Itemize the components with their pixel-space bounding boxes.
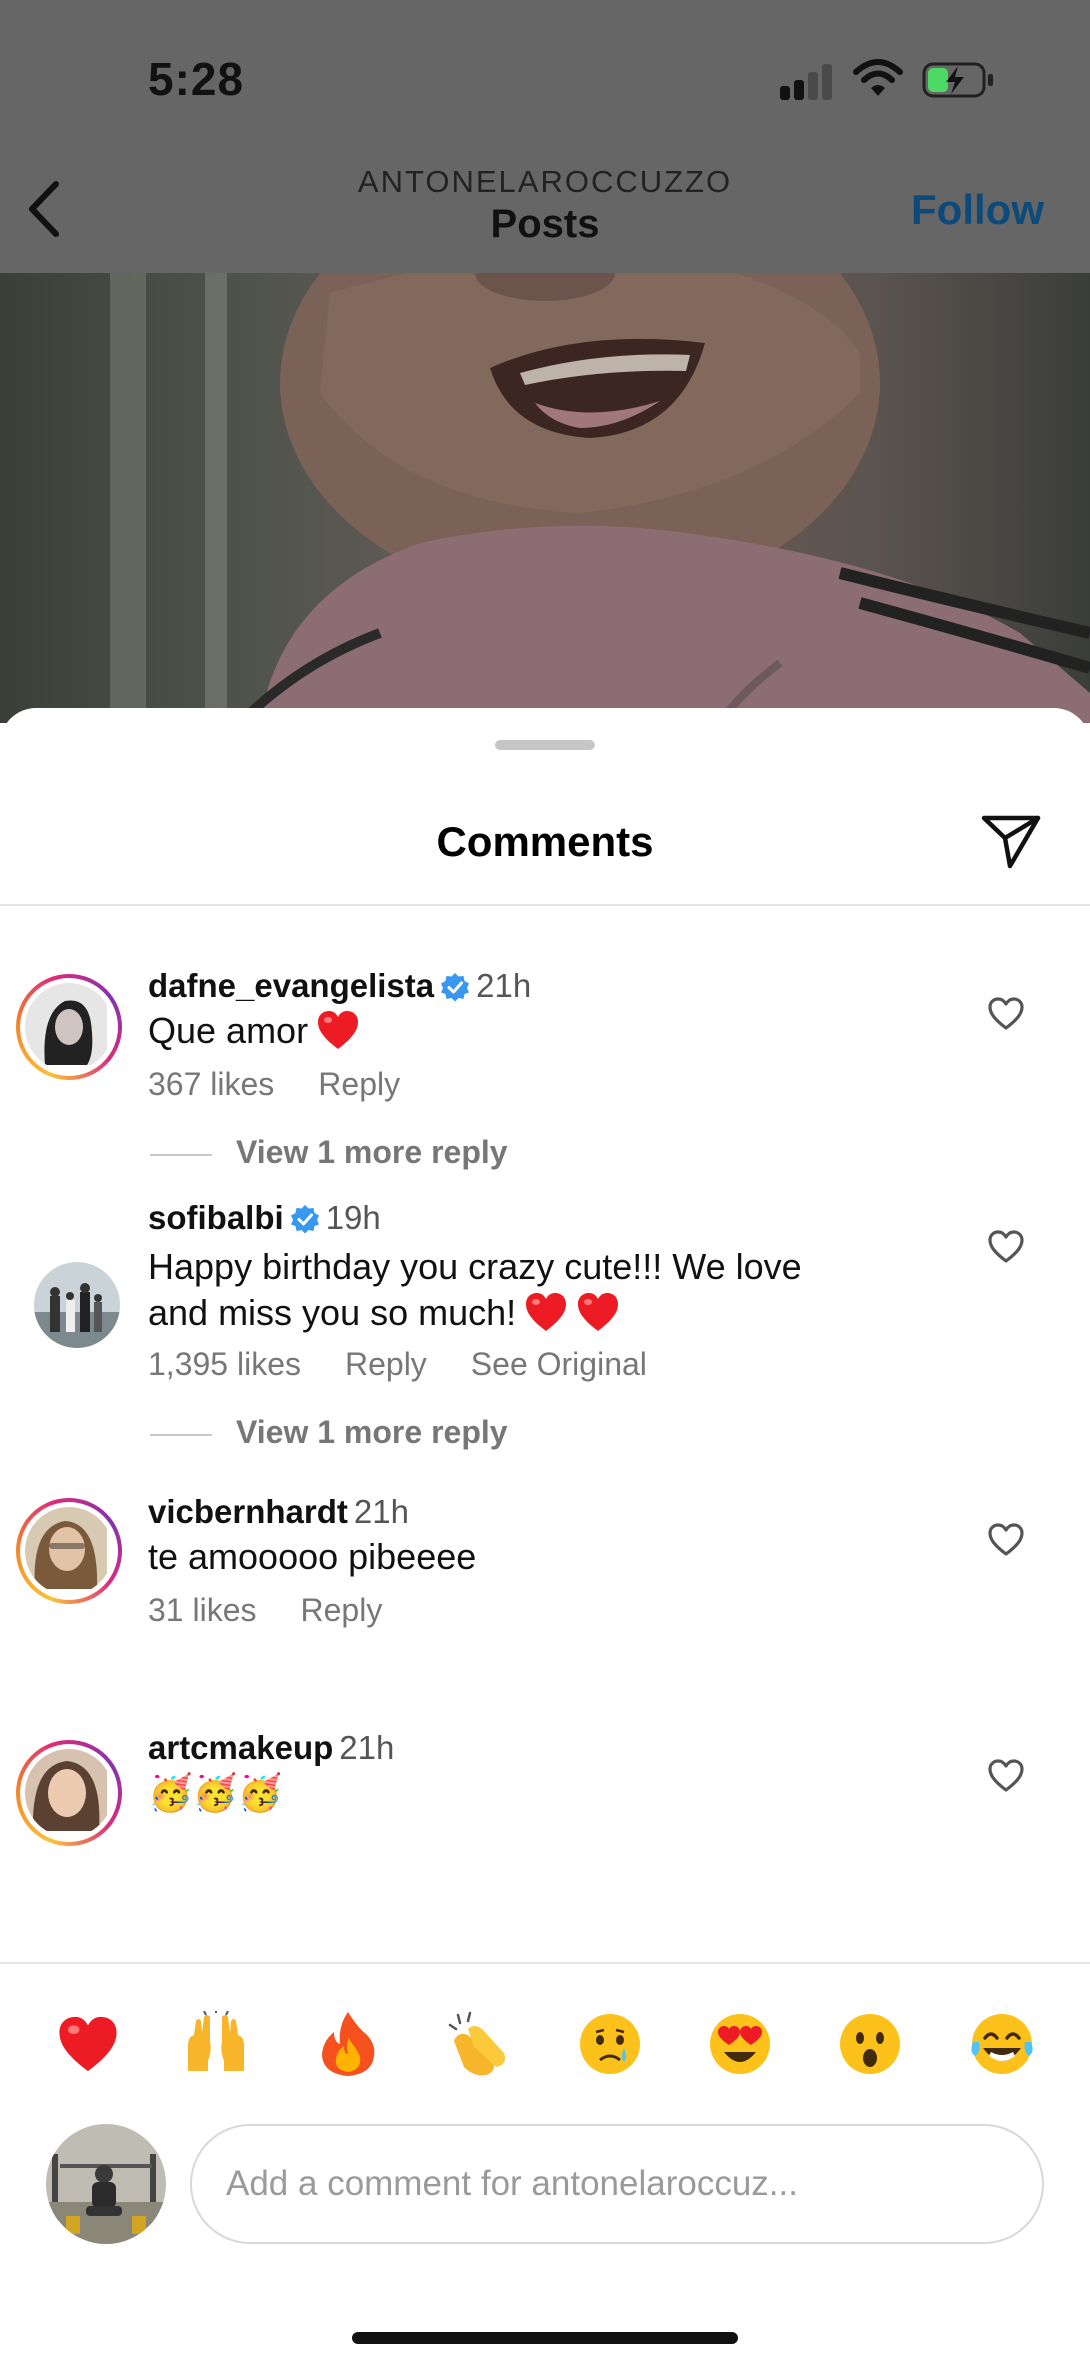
reply-thread-line [150, 1433, 212, 1436]
cellular-signal-icon [780, 62, 838, 100]
comment-text: 🥳🥳🥳 [148, 1772, 283, 1813]
verified-badge-icon [290, 1205, 319, 1234]
avatar[interactable] [16, 974, 122, 1080]
paper-plane-icon[interactable] [980, 812, 1042, 870]
comment-time: 21h [339, 1729, 395, 1766]
comment-text-line-2: and miss you so much! [148, 1292, 517, 1333]
comment-time: 21h [353, 1493, 409, 1530]
fire-emoji-icon [322, 2012, 375, 2076]
crying-face-emoji-icon [580, 2014, 640, 2074]
heart-outline-icon[interactable] [986, 994, 1026, 1032]
heart-emoji-icon [526, 1293, 567, 1331]
view-replies-label: View 1 more reply [236, 1414, 508, 1450]
heart-eyes-emoji-icon [710, 2014, 770, 2074]
avatar[interactable] [16, 1740, 122, 1846]
comment-text-line-1: Happy birthday you crazy cute!!! We love [148, 1246, 802, 1287]
sheet-header-divider [0, 904, 1090, 906]
crying-face-reaction-button[interactable] [574, 2008, 646, 2080]
surprised-face-reaction-button[interactable] [834, 2008, 906, 2080]
like-count[interactable]: 31 likes [148, 1592, 257, 1628]
comment-username[interactable]: artcmakeup [148, 1729, 333, 1766]
like-count[interactable]: 367 likes [148, 1066, 274, 1102]
reaction-bar-divider [0, 1962, 1090, 1964]
see-original-button[interactable]: See Original [471, 1346, 647, 1382]
verified-badge-icon [441, 973, 470, 1002]
red-heart-emoji-icon [59, 2016, 117, 2072]
comment-text-block: Happy birthday you crazy cute!!! We love… [148, 1244, 928, 1336]
view-replies-label: View 1 more reply [236, 1134, 508, 1170]
reply-button[interactable]: Reply [345, 1346, 427, 1382]
heart-eyes-reaction-button[interactable] [704, 2008, 776, 2080]
heart-outline-icon[interactable] [986, 1756, 1026, 1794]
red-heart-reaction-button[interactable] [52, 2008, 124, 2080]
comments-sheet: Comments dafne_evangelista 21h Que amor … [0, 708, 1090, 2363]
like-count[interactable]: 1,395 likes [148, 1346, 301, 1382]
comment-list[interactable]: dafne_evangelista 21h Que amor 367 likes R… [0, 908, 1090, 1962]
surprised-face-emoji-icon [840, 2014, 900, 2074]
heart-emoji-icon [578, 1293, 619, 1331]
comment-time: 19h [325, 1199, 381, 1236]
current-user-avatar[interactable] [46, 2124, 166, 2244]
view-replies-button[interactable]: View 1 more reply [150, 1134, 508, 1171]
clapping-hands-reaction-button[interactable] [442, 2008, 514, 2080]
follow-button[interactable]: Follow [911, 186, 1044, 234]
tears-of-joy-reaction-button[interactable] [966, 2008, 1038, 2080]
avatar[interactable] [34, 1262, 120, 1348]
raised-hands-reaction-button[interactable] [180, 2008, 252, 2080]
comment-username[interactable]: vicbernhardt [148, 1493, 348, 1530]
fire-reaction-button[interactable] [312, 2008, 384, 2080]
comment-time: 21h [476, 967, 532, 1004]
raised-hands-emoji-icon [188, 2011, 244, 2071]
comment-text: Que amor [148, 1010, 309, 1051]
status-time: 5:28 [148, 53, 245, 105]
sheet-drag-handle[interactable] [495, 740, 595, 750]
heart-outline-icon[interactable] [986, 1520, 1026, 1558]
sheet-title: Comments [436, 818, 654, 865]
avatar[interactable] [16, 1498, 122, 1604]
comment-text: te amooooo pibeeee [148, 1536, 477, 1577]
clapping-hands-emoji-icon [448, 2011, 505, 2076]
tears-of-joy-emoji-icon [971, 2014, 1033, 2074]
view-replies-button[interactable]: View 1 more reply [150, 1414, 508, 1451]
comment-input[interactable] [190, 2124, 1044, 2244]
comment-text-block: Que amor [148, 1008, 928, 1054]
heart-emoji-icon [318, 1011, 359, 1049]
quick-reaction-bar [0, 2008, 1090, 2088]
heart-outline-icon[interactable] [986, 1227, 1026, 1265]
home-indicator[interactable] [352, 2332, 738, 2344]
battery-charging-icon [922, 62, 993, 98]
post-image [0, 273, 1090, 723]
reply-thread-line [150, 1153, 212, 1156]
wifi-icon [853, 59, 903, 96]
reply-button[interactable]: Reply [301, 1592, 383, 1628]
reply-button[interactable]: Reply [318, 1066, 400, 1102]
comment-username[interactable]: sofibalbi [148, 1199, 284, 1236]
comment-username[interactable]: dafne_evangelista [148, 967, 434, 1004]
